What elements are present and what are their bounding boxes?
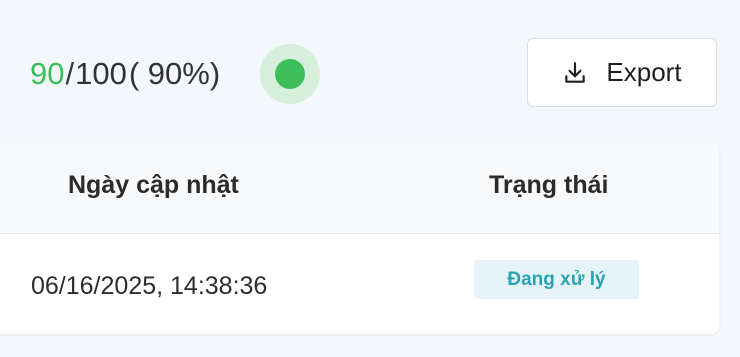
column-header-updated-date[interactable]: Ngày cập nhật xyxy=(68,171,239,200)
status-badge: Đang xử lý xyxy=(474,260,639,299)
status-indicator xyxy=(260,44,320,104)
score-total: 100 xyxy=(75,56,127,91)
score-obtained: 90 xyxy=(30,56,65,91)
table-row[interactable]: 06/16/2025, 14:38:36 Đang xử lý xyxy=(0,234,719,334)
export-label: Export xyxy=(606,57,682,87)
score-percent: ( 90%) xyxy=(128,56,221,91)
export-button[interactable]: Export xyxy=(527,38,717,107)
column-header-status[interactable]: Trạng thái xyxy=(489,171,608,200)
download-icon xyxy=(565,61,586,83)
data-table: Ngày cập nhật Trạng thái 06/16/2025, 14:… xyxy=(0,143,719,334)
score-separator: / xyxy=(65,56,75,91)
score-display: 90/100( 90%) xyxy=(30,54,220,94)
table-header: Ngày cập nhật Trạng thái xyxy=(0,143,719,234)
status-dot xyxy=(275,59,305,89)
cell-updated-date: 06/16/2025, 14:38:36 xyxy=(31,272,268,300)
